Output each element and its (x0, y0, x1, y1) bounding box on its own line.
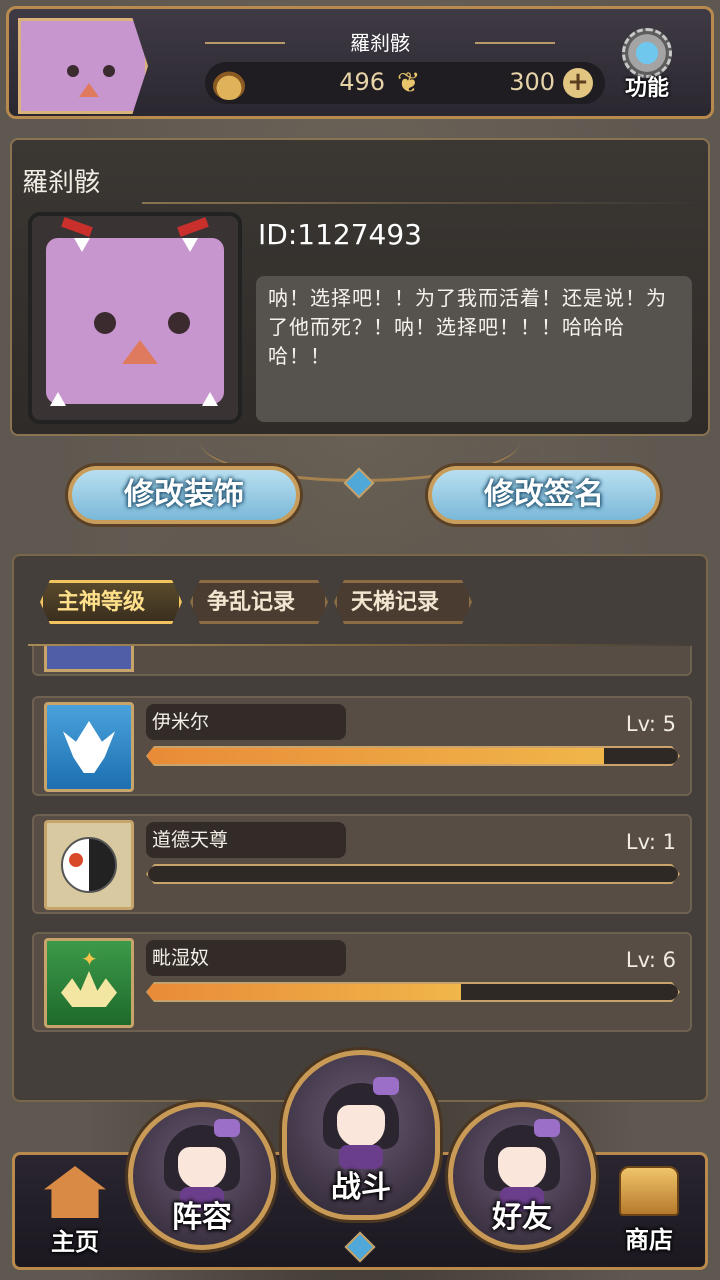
nav-home-button[interactable]: 主页 (30, 1166, 120, 1266)
god-name: 毗湿奴 (146, 940, 346, 976)
nav-lineup-button[interactable]: 阵容 (128, 1102, 276, 1250)
player-name-plate: 羅刹骸 (195, 28, 565, 58)
taiji-icon (44, 820, 134, 910)
avatar-nose (79, 83, 99, 97)
nav-shop-button[interactable]: 商店 (604, 1166, 694, 1266)
avatar-eye-right (168, 312, 190, 334)
flame-icon (213, 66, 245, 100)
avatar-face (46, 238, 224, 404)
nav-lineup-label: 阵容 (172, 1200, 232, 1235)
chibi-character-icon (323, 1077, 399, 1169)
god-name: 伊米尔 (146, 704, 346, 740)
edit-decoration-button[interactable]: 修改装饰 (68, 466, 300, 524)
avatar-brow-left (61, 217, 93, 237)
list-item-partial[interactable] (32, 646, 692, 676)
chibi-face (178, 1147, 226, 1189)
lotus-glyph (61, 971, 117, 1007)
profile-name-divider (142, 202, 702, 204)
ymir-icon (44, 702, 134, 792)
treasure-chest-icon (619, 1166, 679, 1216)
list-item[interactable]: 道德天尊 Lv: 1 (32, 814, 692, 914)
level-progress-bar (146, 746, 680, 766)
bottom-nav: 主页 阵容 战斗 好友 商店 (0, 1050, 720, 1280)
currency-a-value: 496 (339, 68, 385, 96)
nav-home-label: 主页 (51, 1228, 99, 1256)
star-icon: ✦ (81, 947, 98, 971)
currency-bar: 496 ❦ 300 + (205, 62, 605, 104)
avatar-eye-left (67, 65, 79, 77)
taiji-dot (69, 853, 83, 867)
avatar-eye-right (103, 65, 115, 77)
level-progress-bar (146, 982, 680, 1002)
avatar-fang-top-left (74, 238, 90, 252)
tab-god-level[interactable]: 主神等级 (40, 580, 182, 624)
profile-avatar[interactable] (28, 212, 242, 424)
list-item[interactable]: 伊米尔 Lv: 5 (32, 696, 692, 796)
player-id: ID:1127493 (258, 218, 422, 251)
chibi-face (337, 1105, 385, 1147)
nav-battle-button[interactable]: 战斗 (282, 1050, 440, 1220)
player-name: 羅刹骸 (350, 31, 410, 55)
avatar-fang-bottom-right (202, 392, 218, 406)
chibi-body (339, 1145, 383, 1169)
taiji-glyph (61, 837, 117, 893)
avatar-fang-top-right (182, 238, 198, 252)
ymir-glyph (63, 721, 115, 773)
signature-text: 呐！选择吧！！为了我而活着！还是说！为了他而死？！呐！选择吧！！！哈哈哈哈！！ (256, 276, 692, 422)
butterfly-icon: ❦ (397, 66, 421, 99)
avatar-fang-bottom-left (50, 392, 66, 406)
lotus-icon: ✦ (44, 938, 134, 1028)
chibi-bow (373, 1077, 399, 1095)
chibi-face (498, 1147, 546, 1189)
name-plate-line-right (475, 42, 555, 44)
god-level: Lv: 6 (625, 948, 676, 972)
edit-signature-button[interactable]: 修改签名 (428, 466, 660, 524)
nav-shop-label: 商店 (625, 1226, 673, 1254)
profile-name: 羅刹骸 (22, 168, 101, 198)
add-currency-button[interactable]: + (563, 68, 593, 98)
nav-friends-button[interactable]: 好友 (448, 1102, 596, 1250)
level-progress-bar (146, 864, 680, 884)
function-label: 功能 (624, 76, 669, 101)
name-plate-line-left (205, 42, 285, 44)
avatar-eye-left (94, 312, 116, 334)
chibi-bow (534, 1119, 560, 1137)
god-level: Lv: 5 (625, 712, 676, 736)
top-bar: 羅刹骸 496 ❦ 300 + 功能 (0, 0, 720, 125)
profile-panel: 羅刹骸 ID:1127493 呐！选择吧！！为了我而活着！还是说！为了他而死？！… (10, 138, 710, 436)
god-icon-partial (44, 646, 134, 672)
level-progress-fill (148, 748, 604, 764)
god-level: Lv: 1 (625, 830, 676, 854)
avatar-brow-right (177, 217, 209, 237)
chibi-bow (214, 1119, 240, 1137)
currency-b-value: 300 (509, 68, 555, 96)
level-progress-fill (148, 984, 461, 1000)
tab-conflict-records[interactable]: 争乱记录 (190, 580, 328, 624)
list-item[interactable]: ✦ 毗湿奴 Lv: 6 (32, 932, 692, 1032)
nav-friends-label: 好友 (492, 1200, 552, 1235)
tab-ladder-records[interactable]: 天梯记录 (334, 580, 472, 624)
nav-battle-label: 战斗 (331, 1170, 391, 1205)
records-panel: 主神等级 争乱记录 天梯记录 伊米尔 Lv: 5 道德天尊 Lv: 1 ✦ 毗湿… (12, 554, 708, 1102)
player-avatar-small[interactable] (18, 18, 148, 114)
avatar-nose (122, 340, 158, 364)
god-name: 道德天尊 (146, 822, 346, 858)
function-button[interactable]: 功能 (614, 28, 680, 106)
house-icon (44, 1166, 106, 1218)
